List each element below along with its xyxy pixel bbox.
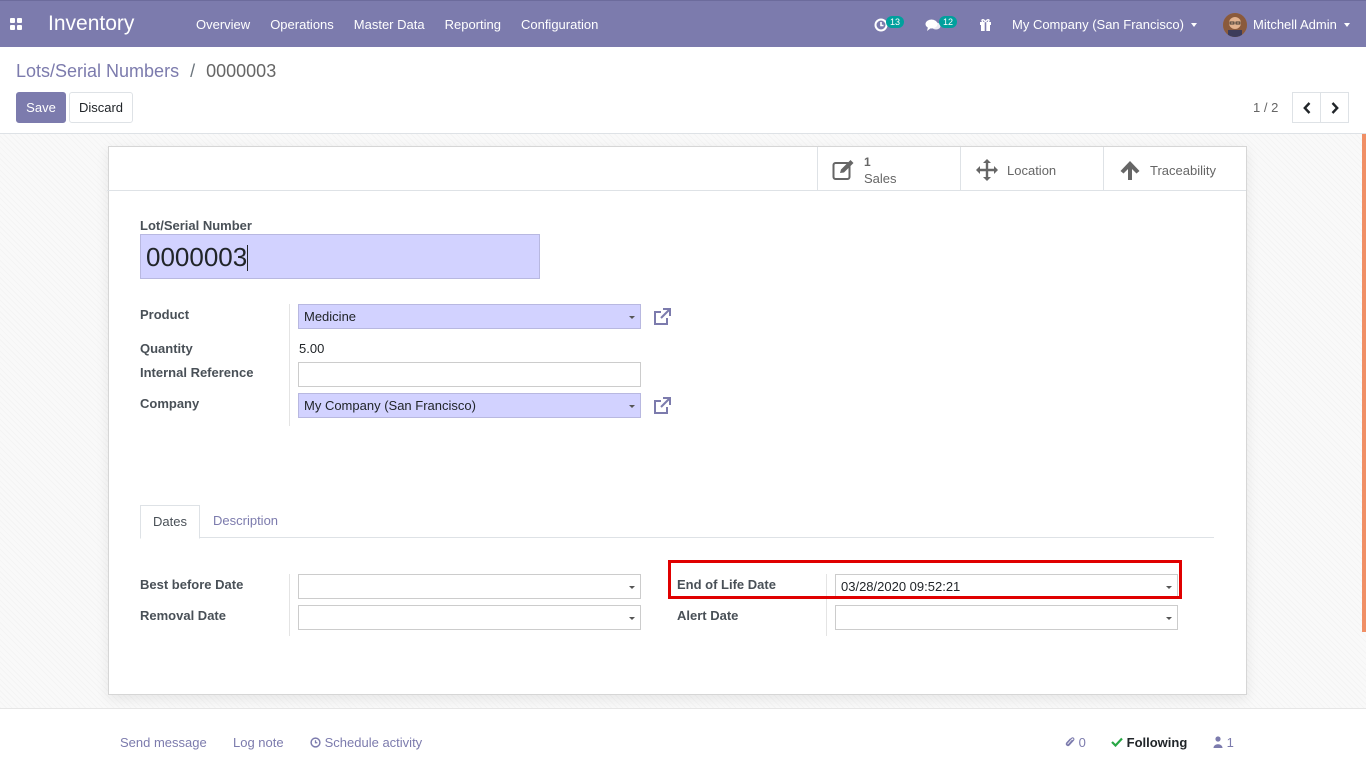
internal-reference-input[interactable] — [298, 362, 641, 387]
breadcrumb-separator: / — [190, 61, 196, 81]
group-divider — [289, 304, 290, 426]
external-link-icon[interactable] — [652, 396, 672, 416]
following-button[interactable]: Following — [1111, 735, 1187, 750]
breadcrumb: Lots/Serial Numbers / 0000003 — [16, 61, 276, 82]
schedule-activity-label: Schedule activity — [324, 735, 423, 750]
user-icon — [1213, 736, 1223, 748]
notebook-tabs: Dates Description — [140, 505, 1214, 539]
app-name[interactable]: Inventory — [48, 12, 134, 36]
chatter-bar: Send message Log note Schedule activity … — [0, 708, 1366, 768]
gift-icon — [980, 19, 991, 31]
avatar — [1223, 12, 1247, 37]
external-link-icon[interactable] — [652, 307, 672, 327]
top-navbar: Inventory Overview Operations Master Dat… — [0, 0, 1366, 47]
gift-button[interactable] — [979, 1, 992, 48]
quantity-value: 5.00 — [299, 341, 325, 356]
breadcrumb-current: 0000003 — [206, 61, 277, 81]
product-select[interactable]: Medicine — [298, 304, 641, 329]
message-count-badge: 12 — [939, 16, 958, 28]
company-label: Company — [140, 396, 200, 411]
followers-button[interactable]: 1 — [1213, 735, 1234, 750]
quantity-label: Quantity — [140, 341, 193, 356]
menu-operations[interactable]: Operations — [260, 17, 344, 32]
dropdown-caret-icon — [629, 586, 635, 589]
edit-icon — [832, 160, 854, 180]
form-sheet: 1 Sales Location Traceability Lot/Serial… — [107, 146, 1247, 695]
paperclip-icon — [1065, 737, 1075, 747]
alert-date-input[interactable] — [835, 605, 1178, 630]
menu-configuration[interactable]: Configuration — [511, 17, 608, 32]
clock-icon — [310, 737, 321, 748]
main-menu: Overview Operations Master Data Reportin… — [186, 1, 608, 48]
sales-count: 1 — [864, 155, 871, 169]
user-menu[interactable]: Mitchell Admin — [1223, 1, 1350, 48]
lot-number-input[interactable]: 0000003 — [140, 234, 540, 279]
product-value: Medicine — [304, 309, 357, 324]
traceability-label: Traceability — [1150, 163, 1216, 178]
traceability-smart-button[interactable]: Traceability — [1103, 147, 1246, 191]
form-view: 1 Sales Location Traceability Lot/Serial… — [0, 134, 1366, 708]
activity-menu[interactable]: 13 — [874, 1, 905, 48]
chevron-left-icon — [1302, 101, 1310, 114]
dropdown-caret-icon — [1166, 617, 1172, 620]
chevron-down-icon — [1343, 22, 1350, 27]
best-before-date-input[interactable] — [298, 574, 641, 599]
scrollbar[interactable] — [1362, 134, 1366, 632]
sales-label: Sales — [864, 171, 897, 186]
pager-previous-button[interactable] — [1292, 92, 1321, 123]
product-label: Product — [140, 307, 190, 322]
arrow-up-icon — [1120, 161, 1140, 180]
pager-next-button[interactable] — [1320, 92, 1349, 123]
lot-number-label: Lot/Serial Number — [140, 218, 252, 233]
messaging-menu[interactable]: 12 — [925, 1, 958, 48]
followers-count: 1 — [1226, 735, 1234, 750]
company-select[interactable]: My Company (San Francisco) — [298, 393, 641, 418]
arrows-move-icon — [976, 159, 998, 181]
internal-reference-label: Internal Reference — [140, 365, 254, 380]
chevron-down-icon — [1190, 22, 1197, 27]
tab-description[interactable]: Description — [201, 505, 290, 538]
menu-master-data[interactable]: Master Data — [344, 17, 435, 32]
alert-date-label: Alert Date — [677, 608, 739, 623]
group-divider — [289, 574, 290, 636]
chevron-right-icon — [1331, 101, 1339, 114]
smart-button-box: 1 Sales Location Traceability — [107, 147, 1246, 191]
dropdown-caret-icon — [629, 405, 635, 408]
best-before-date-label: Best before Date — [140, 577, 244, 592]
menu-reporting[interactable]: Reporting — [435, 17, 511, 32]
attachments-button[interactable]: 0 — [1065, 735, 1086, 750]
location-label: Location — [1007, 163, 1057, 178]
removal-date-input[interactable] — [298, 605, 641, 630]
activity-count-badge: 13 — [886, 16, 905, 28]
tab-dates[interactable]: Dates — [140, 505, 200, 539]
send-message-button[interactable]: Send message — [120, 735, 207, 750]
attachments-count: 0 — [1078, 735, 1086, 750]
location-smart-button[interactable]: Location — [960, 147, 1103, 191]
text-cursor — [247, 245, 249, 271]
menu-overview[interactable]: Overview — [186, 17, 260, 32]
following-label: Following — [1126, 735, 1188, 750]
discard-button[interactable]: Discard — [69, 92, 133, 123]
pager-value[interactable]: 1 / 2 — [1253, 100, 1278, 115]
dropdown-caret-icon — [629, 617, 635, 620]
breadcrumb-parent[interactable]: Lots/Serial Numbers — [16, 61, 179, 81]
company-switcher[interactable]: My Company (San Francisco) — [1012, 1, 1197, 48]
dropdown-caret-icon — [629, 316, 635, 319]
company-value: My Company (San Francisco) — [304, 398, 476, 413]
control-panel: Lots/Serial Numbers / 0000003 Save Disca… — [0, 47, 1366, 134]
user-name: Mitchell Admin — [1253, 17, 1337, 32]
check-icon — [1111, 737, 1123, 748]
save-button[interactable]: Save — [16, 92, 66, 123]
log-note-button[interactable]: Log note — [233, 735, 284, 750]
sales-smart-button[interactable]: 1 Sales — [817, 147, 960, 191]
lot-number-value: 0000003 — [146, 242, 248, 272]
removal-date-label: Removal Date — [140, 608, 226, 623]
schedule-activity-button[interactable]: Schedule activity — [310, 735, 422, 750]
highlight-box — [668, 560, 1182, 599]
company-name: My Company (San Francisco) — [1012, 17, 1184, 32]
apps-menu-icon[interactable] — [10, 18, 22, 30]
